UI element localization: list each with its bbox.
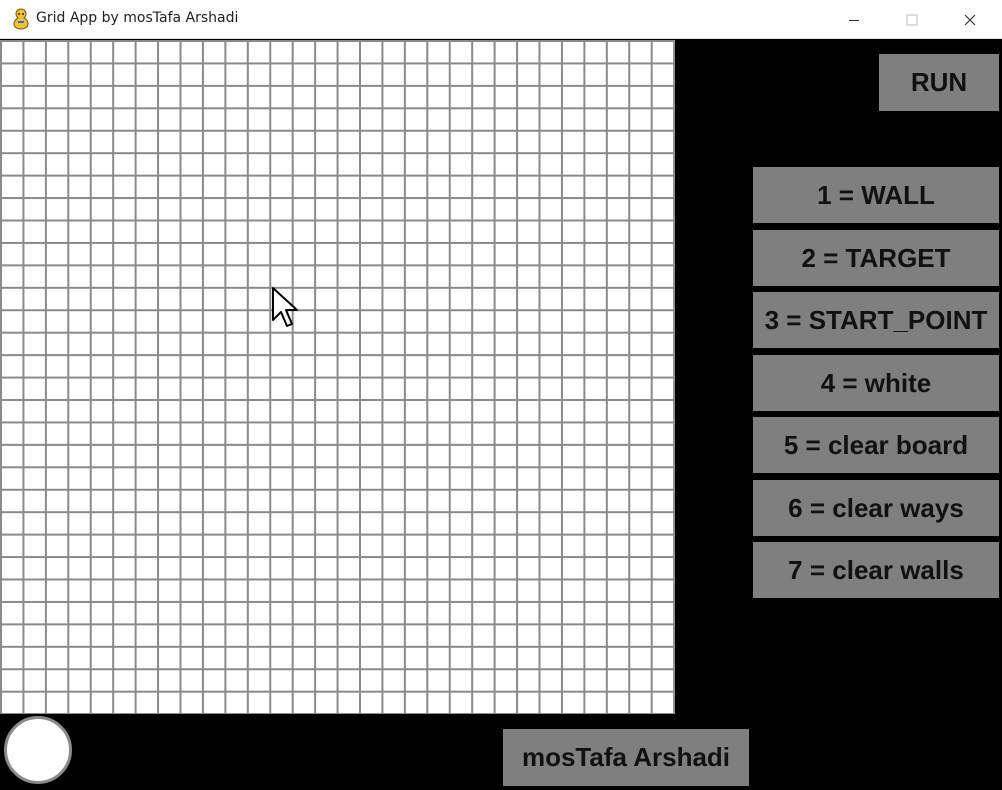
legend-item-clear-walls[interactable]: 7 = clear walls	[753, 542, 999, 598]
close-button[interactable]	[941, 0, 999, 39]
grid-board[interactable]	[0, 40, 675, 714]
title-bar: Grid App by mosTafa Arshadi	[0, 0, 1002, 39]
minimize-icon	[849, 19, 859, 21]
legend-item-target[interactable]: 2 = TARGET	[753, 230, 999, 286]
run-button[interactable]: RUN	[879, 54, 999, 111]
legend-item-white[interactable]: 4 = white	[753, 355, 999, 411]
legend-item-clear-ways[interactable]: 6 = clear ways	[753, 480, 999, 536]
minimize-button[interactable]	[825, 0, 883, 39]
pygame-snake-icon	[13, 8, 29, 30]
close-icon	[964, 14, 976, 25]
legend-item-clear-board[interactable]: 5 = clear board	[753, 417, 999, 473]
legend-item-start-point[interactable]: 3 = START_POINT	[753, 292, 999, 348]
maximize-icon	[906, 14, 918, 25]
status-circle	[4, 716, 72, 784]
legend-item-wall[interactable]: 1 = WALL	[753, 167, 999, 223]
mouse-pointer-icon	[272, 287, 298, 327]
window-title: Grid App by mosTafa Arshadi	[36, 10, 239, 26]
author-label: mosTafa Arshadi	[503, 729, 749, 786]
maximize-button[interactable]	[883, 0, 941, 39]
